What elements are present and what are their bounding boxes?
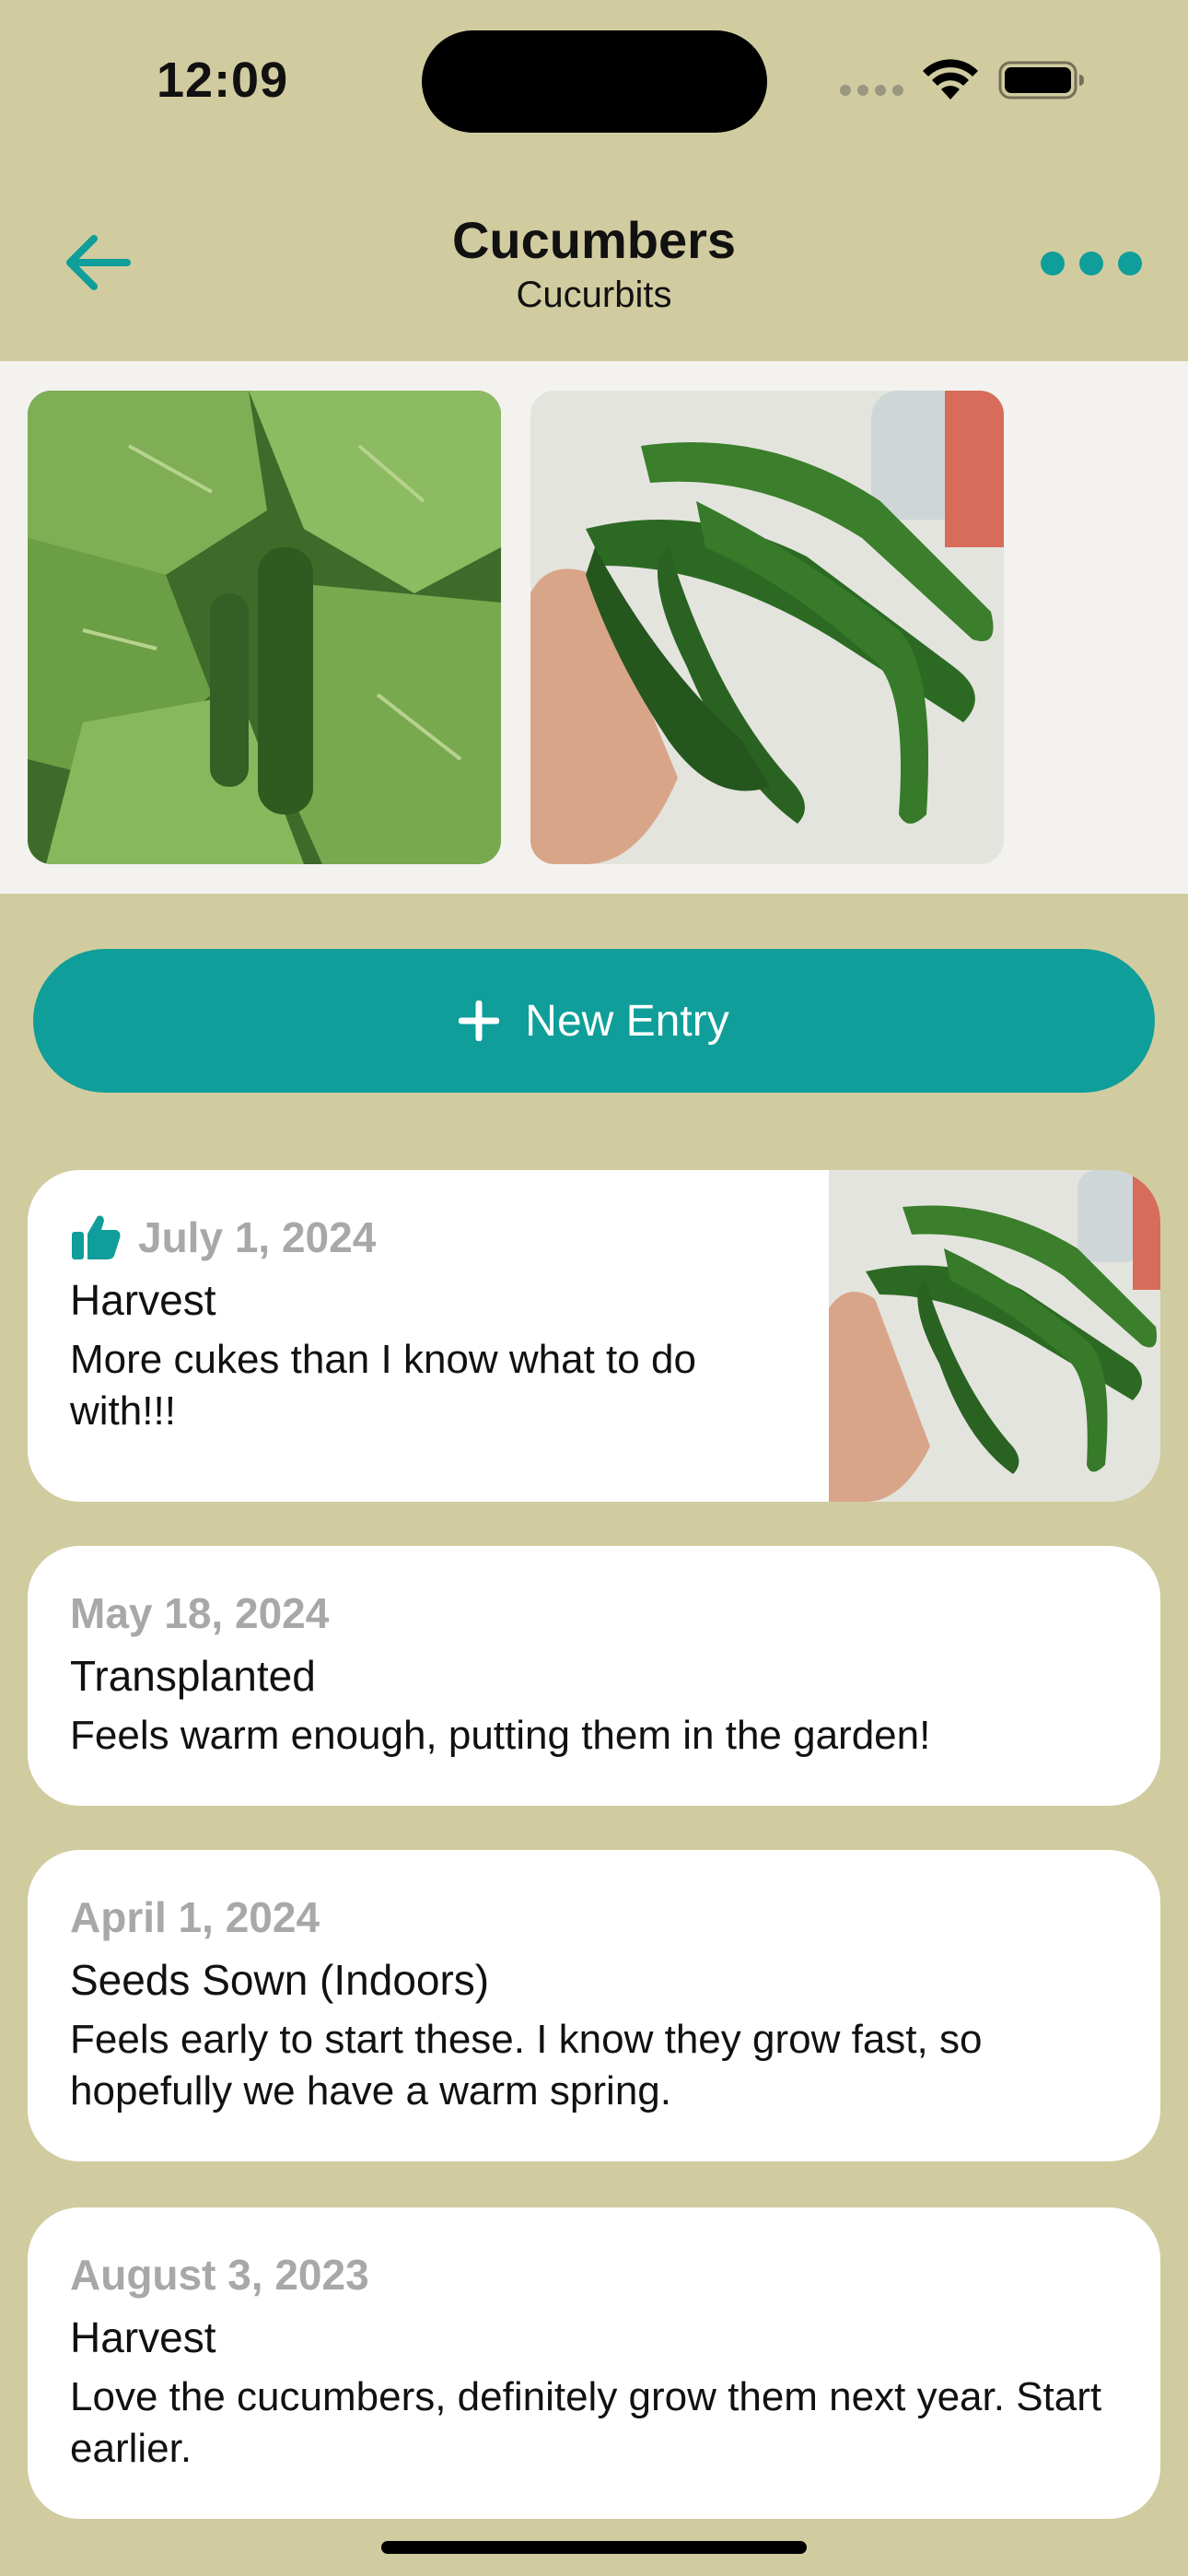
entry-text: July 1, 2024 Harvest More cukes than I k… <box>70 1211 807 1437</box>
page-title: Cucumbers <box>451 211 737 269</box>
entry-text: August 3, 2023 Harvest Love the cucumber… <box>70 2248 1129 2475</box>
entry-note: Love the cucumbers, definitely grow them… <box>70 2374 1102 2471</box>
entry-text: April 1, 2024 Seeds Sown (Indoors) Feels… <box>70 1891 1120 2117</box>
entry-card[interactable]: August 3, 2023 Harvest Love the cucumber… <box>28 2207 1160 2519</box>
status-bar: 12:09 <box>0 0 1188 157</box>
entry-card[interactable]: May 18, 2024 Transplanted Feels warm eno… <box>28 1546 1160 1806</box>
entry-date: April 1, 2024 <box>70 1893 320 1941</box>
entry-note: More cukes than I know what to do with!!… <box>70 1337 696 1434</box>
status-time: 12:09 <box>157 53 289 108</box>
nav-bar: Cucumbers Cucurbits <box>0 184 1188 359</box>
cellular-signal-icon <box>840 85 904 98</box>
entry-type: Harvest <box>70 1276 216 1324</box>
entry-date-row: May 18, 2024 <box>70 1587 1120 1640</box>
dynamic-island <box>422 30 767 133</box>
entry-date: July 1, 2024 <box>138 1213 377 1261</box>
entry-date-row: April 1, 2024 <box>70 1891 1120 1944</box>
battery-icon <box>998 61 1084 100</box>
home-indicator[interactable] <box>381 2541 807 2554</box>
entry-date-row: July 1, 2024 <box>70 1211 807 1264</box>
photo-cucumber-plant[interactable] <box>28 391 501 864</box>
entry-date: August 3, 2023 <box>70 2251 369 2299</box>
entry-type: Seeds Sown (Indoors) <box>70 1956 490 2004</box>
new-entry-button[interactable]: New Entry <box>33 949 1155 1093</box>
thumbs-up-icon <box>72 1215 121 1259</box>
entry-date: May 18, 2024 <box>70 1589 330 1637</box>
entry-note: Feels warm enough, putting them in the g… <box>70 1713 931 1758</box>
entry-text: May 18, 2024 Transplanted Feels warm eno… <box>70 1587 1120 1762</box>
entry-type: Transplanted <box>70 1652 316 1700</box>
wifi-icon <box>923 59 978 100</box>
entry-note: Feels early to start these. I know they … <box>70 2017 983 2113</box>
entry-card[interactable]: April 1, 2024 Seeds Sown (Indoors) Feels… <box>28 1850 1160 2161</box>
plus-icon <box>459 1001 500 1041</box>
entry-type: Harvest <box>70 2313 216 2361</box>
photo-harvested-cucumbers[interactable] <box>530 391 1004 864</box>
photo-gallery[interactable] <box>0 361 1188 894</box>
arrow-left-icon <box>66 235 131 290</box>
entry-photo <box>829 1170 1160 1502</box>
new-entry-label: New Entry <box>525 996 729 1046</box>
back-button[interactable] <box>52 221 144 304</box>
more-options-button[interactable] <box>1041 243 1142 284</box>
entry-card[interactable]: July 1, 2024 Harvest More cukes than I k… <box>28 1170 1160 1502</box>
page-subtitle: Cucurbits <box>516 275 672 315</box>
ellipsis-icon <box>1041 252 1065 275</box>
screen: 12:09 Cucumbers Cucurbits New Entry July… <box>0 0 1188 2576</box>
nav-titles: Cucumbers Cucurbits <box>276 210 912 319</box>
entry-date-row: August 3, 2023 <box>70 2248 1129 2301</box>
